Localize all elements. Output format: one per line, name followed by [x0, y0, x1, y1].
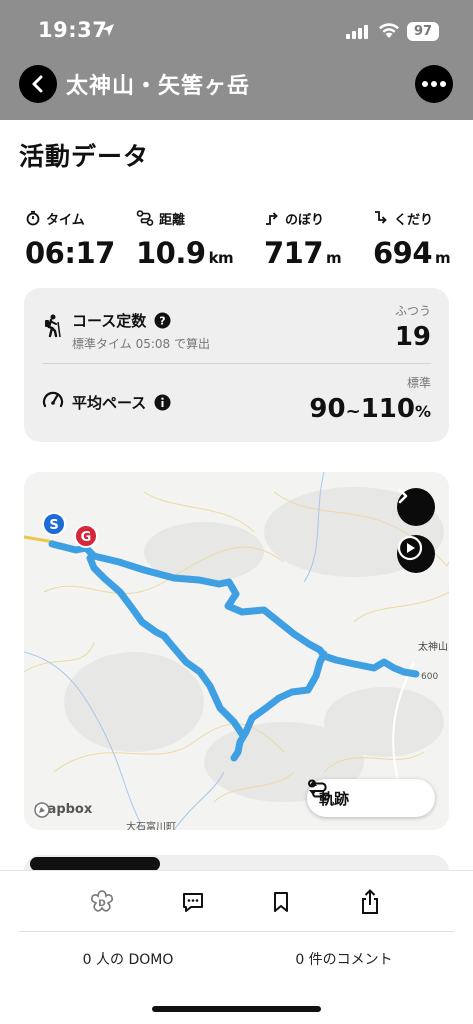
content-area[interactable]: 活動データ タイム 06:17 距離 10.9 km のぼり 717 m くだり…	[0, 120, 473, 870]
stat-value: 694	[373, 236, 433, 270]
pace-rating-label: 標準	[406, 376, 431, 390]
chevron-right-icon	[398, 488, 408, 504]
average-pace-value: 90~110%	[309, 394, 431, 424]
descent-icon	[375, 211, 387, 224]
battery-indicator: 97	[407, 22, 439, 41]
stopwatch-icon	[26, 210, 40, 226]
mapbox-attribution[interactable]: mapbox	[34, 802, 92, 818]
pace-unit: %	[414, 402, 431, 421]
comment-button[interactable]	[178, 887, 208, 917]
route-icon	[136, 210, 154, 226]
stat-time: タイム 06:17	[25, 208, 115, 270]
peak-label: 太神山	[418, 642, 448, 653]
bottom-bar: D 0 人の DOMO 0 件のコメント	[0, 870, 473, 1024]
stat-value: 717	[264, 236, 324, 270]
chevron-left-icon	[32, 75, 43, 93]
stat-unit: km	[208, 249, 234, 267]
status-time: 19:37	[38, 18, 108, 42]
ascent-icon	[266, 212, 278, 225]
route-map[interactable]: S G 太神山 600 大石富川町 軌跡 mapbox	[24, 472, 449, 830]
map-expand-button[interactable]	[397, 488, 435, 526]
more-dot-icon	[431, 81, 437, 87]
hiker-icon	[42, 314, 64, 342]
stat-unit: m	[435, 249, 451, 267]
stat-label: のぼり	[285, 212, 325, 228]
domo-button[interactable]: D	[87, 887, 117, 917]
stat-ascent: のぼり 717 m	[264, 208, 342, 270]
pace-low: 90	[309, 394, 346, 424]
comment-icon	[183, 893, 203, 912]
share-icon	[362, 889, 378, 914]
location-arrow-icon	[100, 22, 116, 42]
next-section-tab[interactable]	[30, 857, 160, 870]
action-row: D	[0, 887, 473, 917]
goal-marker: G	[74, 524, 98, 548]
cellular-signal-icon	[346, 24, 370, 43]
back-button[interactable]	[19, 65, 57, 103]
share-button[interactable]	[355, 887, 385, 917]
header: 19:37 97 太神山・矢筈ヶ岳	[0, 0, 473, 120]
map-play-button[interactable]	[397, 535, 435, 573]
bookmark-button[interactable]	[266, 887, 296, 917]
speedometer-icon	[42, 390, 64, 414]
track-mode-selector[interactable]: 軌跡	[307, 779, 435, 817]
stat-label: タイム	[46, 212, 85, 228]
nav-bar: 太神山・矢筈ヶ岳	[0, 62, 473, 106]
up-down-chevron-icon	[309, 781, 317, 795]
page-title: 太神山・矢筈ヶ岳	[66, 74, 251, 99]
average-pace-label: 平均ペース	[72, 394, 147, 412]
course-pace-card: コース定数 ? 標準タイム 05:08 で算出 ふつう 19 平均ペース 標準 …	[24, 288, 449, 442]
info-icon[interactable]	[154, 394, 171, 411]
more-dot-icon	[422, 81, 428, 87]
pace-tilde: ~	[345, 401, 361, 422]
more-options-button[interactable]	[415, 65, 453, 103]
stat-label: 距離	[159, 212, 186, 228]
help-icon[interactable]: ?	[154, 312, 171, 329]
town-label: 大石富川町	[126, 822, 176, 830]
stat-value: 10.9	[136, 236, 206, 270]
course-constant-label: コース定数	[72, 312, 147, 330]
status-bar: 19:37 97	[0, 18, 473, 46]
next-section-card	[24, 855, 449, 870]
start-marker: S	[42, 512, 66, 536]
svg-text:?: ?	[160, 315, 166, 328]
mapbox-logo-icon	[34, 802, 50, 818]
course-rating-label: ふつう	[394, 304, 431, 318]
play-icon	[397, 535, 423, 561]
course-constant-row[interactable]: コース定数 ? 標準タイム 05:08 で算出 ふつう 19	[42, 288, 431, 364]
stat-descent: くだり 694 m	[373, 208, 451, 270]
wifi-icon	[378, 22, 400, 43]
svg-text:S: S	[49, 518, 58, 533]
standard-time-note: 標準タイム 05:08 で算出	[72, 337, 210, 351]
map-canvas: S G	[24, 472, 449, 830]
domo-flower-icon: D	[91, 890, 113, 912]
pace-high: 110	[360, 394, 415, 424]
stat-unit: m	[326, 249, 342, 267]
stat-value: 06:17	[25, 236, 115, 270]
average-pace-row[interactable]: 平均ペース 標準 90~110%	[24, 364, 449, 442]
stats-row: タイム 06:17 距離 10.9 km のぼり 717 m くだり 694 m	[0, 208, 473, 278]
svg-text:G: G	[81, 530, 92, 545]
svg-text:D: D	[98, 899, 105, 909]
domo-count-link[interactable]: 0 人の DOMO	[28, 949, 228, 969]
section-title: 活動データ	[19, 142, 150, 171]
home-indicator	[152, 1006, 321, 1012]
more-dot-icon	[440, 81, 446, 87]
elevation-label: 600	[421, 672, 439, 682]
stat-distance: 距離 10.9 km	[136, 208, 234, 270]
stat-label: くだり	[394, 212, 434, 228]
course-constant-value: 19	[394, 322, 431, 352]
divider	[19, 931, 454, 932]
comment-count-link[interactable]: 0 件のコメント	[244, 949, 444, 969]
bookmark-icon	[274, 892, 288, 912]
